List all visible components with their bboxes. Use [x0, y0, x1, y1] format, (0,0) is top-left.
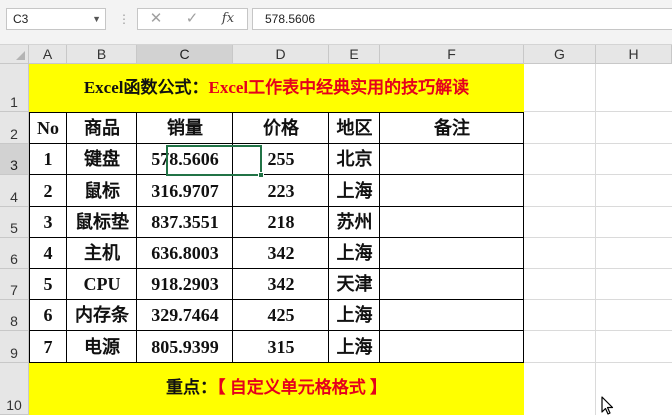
row-header-5[interactable]: 5 — [0, 207, 29, 238]
table-cell[interactable]: 329.7464 — [137, 300, 233, 331]
row-header-label: 9 — [10, 345, 18, 361]
row-header-label: 3 — [10, 157, 18, 173]
formula-bar-grip-icon: ⋮ — [118, 12, 130, 26]
row-header-label: 4 — [10, 189, 18, 205]
select-all-button[interactable] — [0, 45, 29, 64]
table-cell[interactable]: 北京 — [329, 144, 380, 175]
table-cell[interactable]: 218 — [233, 207, 329, 238]
table-cell[interactable] — [380, 300, 524, 331]
table-cell[interactable]: 223 — [233, 175, 329, 207]
column-header-h[interactable]: H — [596, 45, 672, 64]
table-cell[interactable]: 电源 — [67, 331, 137, 363]
formula-input[interactable]: 578.5606 — [252, 8, 672, 30]
table-cell[interactable]: 天津 — [329, 269, 380, 300]
table-cell[interactable]: 内存条 — [67, 300, 137, 331]
worksheet-grid[interactable]: Excel函数公式：Excel工作表中经典实用的技巧解读 No 商品 销量 价格 地区备… — [29, 64, 672, 415]
row-header-label: 5 — [10, 220, 18, 236]
row-header-1[interactable]: 1 — [0, 64, 29, 112]
row-header-label: 10 — [6, 397, 22, 413]
table-cell[interactable]: 苏州 — [329, 207, 380, 238]
row-header-8[interactable]: 8 — [0, 300, 29, 331]
footer-prefix: 重点： — [166, 378, 217, 397]
row-header-9[interactable]: 9 — [0, 331, 29, 363]
table-header-cell[interactable]: No — [29, 112, 67, 144]
row-header-label: 6 — [10, 251, 18, 267]
table-cell[interactable]: 鼠标垫 — [67, 207, 137, 238]
table-cell[interactable]: CPU — [67, 269, 137, 300]
row-header-3[interactable]: 3 — [0, 144, 29, 175]
row-header-10[interactable]: 10 — [0, 363, 29, 415]
table-cell[interactable]: 315 — [233, 331, 329, 363]
row-header-label: 8 — [10, 313, 18, 329]
column-header-a[interactable]: A — [29, 45, 67, 64]
table-cell[interactable]: 342 — [233, 269, 329, 300]
enter-check-icon[interactable]: ✓ — [178, 9, 206, 29]
fill-handle[interactable] — [258, 172, 264, 178]
table-cell[interactable]: 342 — [233, 238, 329, 269]
data-table: Excel函数公式：Excel工作表中经典实用的技巧解读 No 商品 销量 价格 地区备… — [29, 64, 524, 415]
table-cell[interactable] — [380, 238, 524, 269]
table-cell[interactable]: 918.2903 — [137, 269, 233, 300]
table-cell[interactable]: 上海 — [329, 331, 380, 363]
column-header-g[interactable]: G — [524, 45, 596, 64]
table-cell[interactable]: 键盘 — [67, 144, 137, 175]
active-cell-selection[interactable] — [166, 145, 264, 178]
table-header-cell[interactable]: 备注 — [380, 112, 524, 144]
table-cell[interactable]: 主机 — [67, 238, 137, 269]
table-cell[interactable]: 837.3551 — [137, 207, 233, 238]
table-header-cell[interactable]: 销量 — [137, 112, 233, 144]
column-header-c[interactable]: C — [137, 45, 233, 64]
row-header-2[interactable]: 2 — [0, 112, 29, 144]
table-header-cell[interactable]: 地区 — [329, 112, 380, 144]
sheet-title[interactable]: Excel函数公式：Excel工作表中经典实用的技巧解读 — [29, 64, 524, 112]
cancel-icon[interactable]: ✕ — [142, 9, 170, 29]
row-header-7[interactable]: 7 — [0, 269, 29, 300]
table-cell[interactable] — [380, 144, 524, 175]
mouse-cursor-icon — [601, 396, 614, 415]
title-main: Excel工作表中经典实用的技巧解读 — [208, 78, 470, 97]
row-header-6[interactable]: 6 — [0, 238, 29, 269]
name-box-value: C3 — [13, 12, 29, 26]
table-cell[interactable]: 3 — [29, 207, 67, 238]
table-cell[interactable]: 636.8003 — [137, 238, 233, 269]
table-cell[interactable] — [380, 207, 524, 238]
table-cell[interactable]: 1 — [29, 144, 67, 175]
row-header-label: 2 — [10, 126, 18, 142]
chevron-down-icon[interactable]: ▼ — [92, 9, 101, 29]
table-cell[interactable]: 316.9707 — [137, 175, 233, 207]
table-cell[interactable]: 425 — [233, 300, 329, 331]
table-cell[interactable]: 5 — [29, 269, 67, 300]
table-cell[interactable]: 上海 — [329, 175, 380, 207]
table-header-cell[interactable]: 价格 — [233, 112, 329, 144]
table-cell[interactable]: 上海 — [329, 238, 380, 269]
row-header-4[interactable]: 4 — [0, 175, 29, 207]
table-cell[interactable]: 上海 — [329, 300, 380, 331]
table-cell[interactable]: 2 — [29, 175, 67, 207]
table-header-cell[interactable]: 商品 — [67, 112, 137, 144]
table-cell[interactable] — [380, 331, 524, 363]
insert-function-icon[interactable]: fx — [214, 9, 242, 29]
column-header-f[interactable]: F — [380, 45, 524, 64]
table-cell[interactable]: 7 — [29, 331, 67, 363]
sheet-footer[interactable]: 重点：【 自定义单元格格式 】 — [29, 363, 524, 415]
formula-bar-buttons: ✕ ✓ fx — [137, 8, 248, 30]
column-header-b[interactable]: B — [67, 45, 137, 64]
table-cell[interactable]: 4 — [29, 238, 67, 269]
column-header-d[interactable]: D — [233, 45, 329, 64]
name-box[interactable]: C3 ▼ — [6, 8, 106, 30]
table-cell[interactable] — [380, 269, 524, 300]
row-header-label: 7 — [10, 282, 18, 298]
formula-bar: C3 ▼ ⋮ ✕ ✓ fx 578.5606 — [0, 0, 672, 45]
title-prefix: Excel函数公式： — [83, 78, 209, 97]
select-all-triangle-icon — [16, 51, 25, 60]
table-cell[interactable]: 805.9399 — [137, 331, 233, 363]
footer-main: 【 自定义单元格格式 】 — [217, 378, 387, 397]
row-header-label: 1 — [10, 94, 18, 110]
table-cell[interactable]: 鼠标 — [67, 175, 137, 207]
column-header-e[interactable]: E — [329, 45, 380, 64]
table-cell[interactable] — [380, 175, 524, 207]
table-cell[interactable]: 6 — [29, 300, 67, 331]
